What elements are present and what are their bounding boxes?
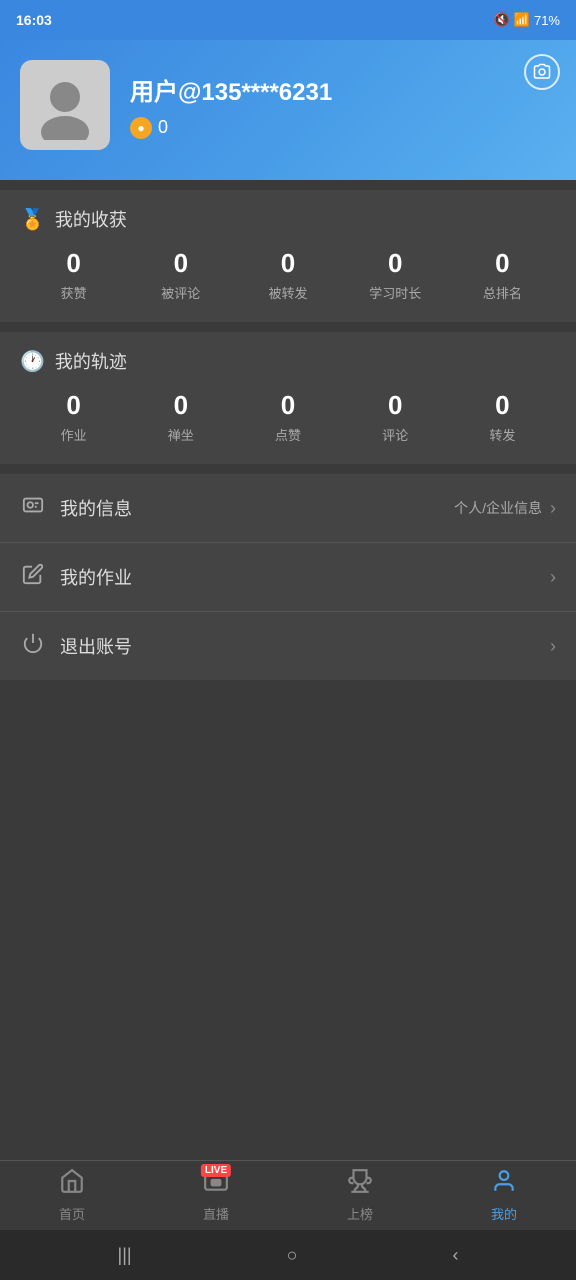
battery-text: 71% xyxy=(534,13,560,28)
my-info-label: 我的信息 xyxy=(60,495,454,521)
power-icon xyxy=(20,632,46,660)
id-card-icon xyxy=(20,494,46,522)
my-track-title: 🕐 我的轨迹 xyxy=(20,348,556,374)
track-forward: 0 转发 xyxy=(449,390,556,444)
chevron-icon: › xyxy=(550,567,556,588)
track-meditation: 0 禅坐 xyxy=(127,390,234,444)
wifi-icon: 📶 xyxy=(514,12,530,28)
nav-home-label: 首页 xyxy=(59,1204,85,1223)
menu-section: 我的信息 个人/企业信息 › 我的作业 › 退出账号 › xyxy=(0,474,576,680)
nav-home[interactable]: 首页 xyxy=(0,1168,144,1223)
my-gains-title: 🏅 我的收获 xyxy=(20,206,556,232)
track-icon: 🕐 xyxy=(20,349,45,374)
my-gains-section: 🏅 我的收获 0 获赞 0 被评论 0 被转发 0 学习时长 0 总排名 xyxy=(0,190,576,322)
coins-value: 0 xyxy=(158,117,168,138)
camera-button[interactable] xyxy=(524,54,560,90)
nav-mine-label: 我的 xyxy=(491,1204,517,1223)
stat-reposts: 0 被转发 xyxy=(234,248,341,302)
recent-apps-button[interactable]: ||| xyxy=(118,1245,132,1266)
chevron-icon: › xyxy=(550,636,556,657)
nav-live-label: 直播 xyxy=(203,1204,229,1223)
profile-header: 用户@135****6231 ● 0 xyxy=(0,40,576,180)
coin-icon: ● xyxy=(130,117,152,139)
status-bar: 16:03 🔇 📶 71% xyxy=(0,0,576,40)
mute-icon: 🔇 xyxy=(494,12,510,28)
home-icon xyxy=(59,1174,85,1199)
gesture-bar: ||| ○ ‹ xyxy=(0,1230,576,1280)
gains-icon: 🏅 xyxy=(20,207,45,232)
track-thumbsup: 0 点赞 xyxy=(234,390,341,444)
logout-label: 退出账号 xyxy=(60,633,550,659)
status-time: 16:03 xyxy=(16,12,52,28)
person-icon xyxy=(491,1174,517,1199)
profile-username: 用户@135****6231 xyxy=(130,72,556,107)
menu-item-my-homework[interactable]: 我的作业 › xyxy=(0,543,576,612)
avatar xyxy=(20,60,110,150)
gains-stats-row: 0 获赞 0 被评论 0 被转发 0 学习时长 0 总排名 xyxy=(20,248,556,302)
menu-item-logout[interactable]: 退出账号 › xyxy=(0,612,576,680)
pencil-icon xyxy=(20,563,46,591)
chevron-icon: › xyxy=(550,498,556,519)
track-review: 0 评论 xyxy=(342,390,449,444)
nav-live[interactable]: LIVE 直播 xyxy=(144,1168,288,1223)
live-icon xyxy=(203,1174,229,1199)
trophy-icon xyxy=(347,1174,373,1199)
stat-ranking: 0 总排名 xyxy=(449,248,556,302)
nav-mine[interactable]: 我的 xyxy=(432,1168,576,1223)
my-homework-right: › xyxy=(550,567,556,588)
menu-item-my-info[interactable]: 我的信息 个人/企业信息 › xyxy=(0,474,576,543)
nav-ranking-label: 上榜 xyxy=(347,1204,373,1223)
home-button[interactable]: ○ xyxy=(287,1245,298,1266)
my-homework-label: 我的作业 xyxy=(60,564,550,590)
nav-ranking[interactable]: 上榜 xyxy=(288,1168,432,1223)
my-track-section: 🕐 我的轨迹 0 作业 0 禅坐 0 点赞 0 评论 0 转发 xyxy=(0,332,576,464)
profile-info: 用户@135****6231 ● 0 xyxy=(130,72,556,139)
track-stats-row: 0 作业 0 禅坐 0 点赞 0 评论 0 转发 xyxy=(20,390,556,444)
stat-study-time: 0 学习时长 xyxy=(342,248,449,302)
back-button[interactable]: ‹ xyxy=(452,1245,458,1266)
bottom-nav: 首页 LIVE 直播 xyxy=(0,1160,576,1230)
stat-likes: 0 获赞 xyxy=(20,248,127,302)
track-homework: 0 作业 xyxy=(20,390,127,444)
status-icons: 🔇 📶 71% xyxy=(494,12,560,28)
live-badge: LIVE xyxy=(201,1164,231,1177)
coins-row: ● 0 xyxy=(130,117,556,139)
logout-right: › xyxy=(550,636,556,657)
my-info-right: 个人/企业信息 › xyxy=(454,498,556,519)
stat-comments: 0 被评论 xyxy=(127,248,234,302)
